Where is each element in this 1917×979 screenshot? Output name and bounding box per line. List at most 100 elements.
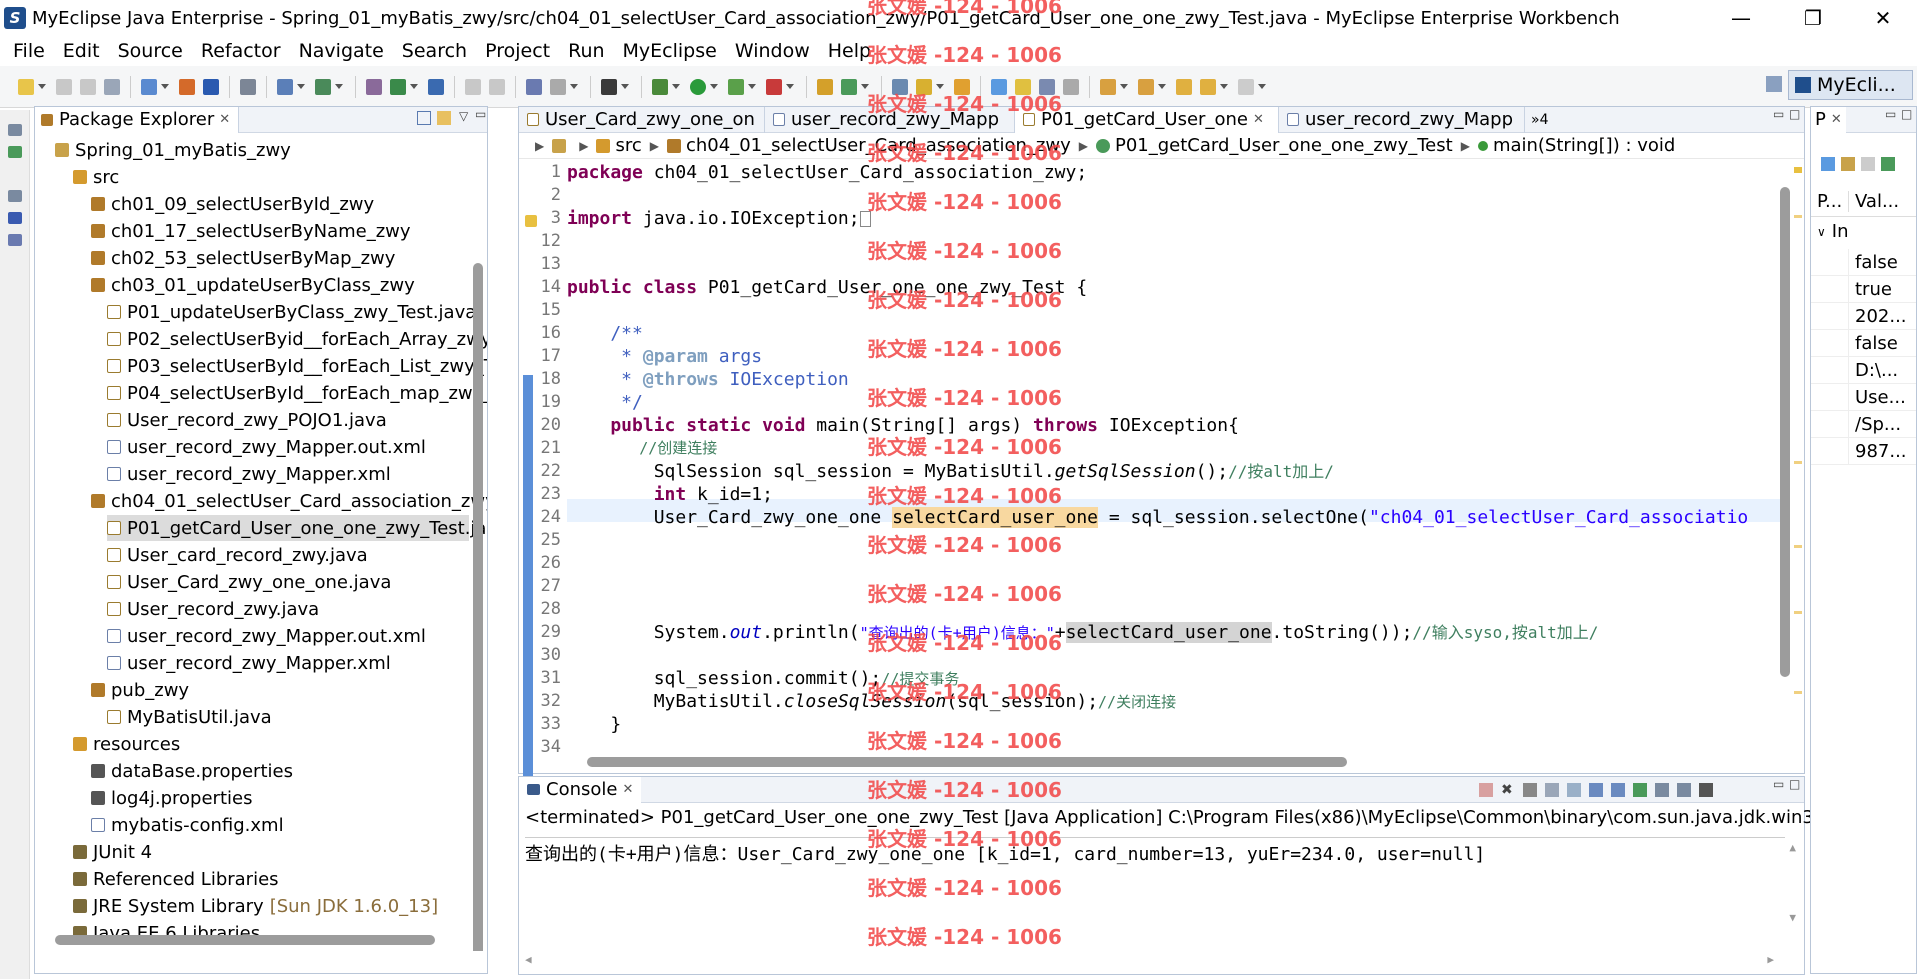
tree-item[interactable]: user_record_zwy_Mapper.xml xyxy=(107,461,391,487)
property-row[interactable]: false xyxy=(1811,249,1916,276)
prev-annotation-dropdown-icon[interactable] xyxy=(1158,84,1166,89)
next-annotation-dropdown-icon[interactable] xyxy=(1120,84,1128,89)
new-class-dropdown-icon[interactable] xyxy=(861,84,869,89)
browser-icon[interactable] xyxy=(240,78,256,95)
tree-horizontal-scrollbar[interactable] xyxy=(55,935,435,945)
breadcrumb-item[interactable]: P01_getCard_User_one_one_zwy_Test xyxy=(1095,135,1453,156)
menu-refactor[interactable]: Refactor xyxy=(192,40,290,62)
highlight-icon[interactable] xyxy=(1015,78,1031,95)
run-dropdown-icon[interactable] xyxy=(710,84,718,89)
show-whitespace-icon[interactable] xyxy=(1063,78,1079,95)
new-package-icon[interactable] xyxy=(817,78,833,95)
menu-myeclipse[interactable]: MyEclipse xyxy=(614,40,726,62)
save-all-icon[interactable] xyxy=(80,78,96,95)
collapse-all-icon[interactable] xyxy=(417,111,431,125)
menu-edit[interactable]: Edit xyxy=(54,40,109,62)
tree-item[interactable]: user_record_zwy_Mapper.out.xml xyxy=(107,623,426,649)
show-categories-icon[interactable] xyxy=(1821,157,1835,171)
stop-dropdown-icon[interactable] xyxy=(786,84,794,89)
prev-annotation-icon[interactable] xyxy=(1138,78,1154,95)
terminal-dropdown-icon[interactable] xyxy=(621,84,629,89)
run-config-icon[interactable] xyxy=(728,78,744,95)
print-icon[interactable] xyxy=(104,78,120,95)
back-dropdown-icon[interactable] xyxy=(1220,84,1228,89)
tree-item[interactable]: User_card_record_zwy.java xyxy=(107,542,368,568)
editor-horizontal-scrollbar[interactable] xyxy=(587,757,1347,767)
tree-item[interactable]: P03_selectUserById__forEach_List_zwy_Te xyxy=(107,353,487,379)
scroll-right-icon[interactable]: ▶ xyxy=(1767,953,1774,966)
property-row[interactable]: Use... xyxy=(1811,384,1916,411)
debug-dropdown-icon[interactable] xyxy=(672,84,680,89)
breadcrumb-item[interactable]: src xyxy=(596,135,642,156)
restore-icon[interactable] xyxy=(8,190,22,202)
menu-window[interactable]: Window xyxy=(726,40,819,62)
property-row[interactable]: D:\... xyxy=(1811,357,1916,384)
open-type-icon[interactable] xyxy=(277,78,293,95)
next-annotation-icon[interactable] xyxy=(1100,78,1116,95)
last-edit-icon[interactable] xyxy=(1176,78,1192,95)
minimize-button[interactable]: — xyxy=(1706,0,1776,36)
close-icon[interactable]: ✕ xyxy=(1831,112,1842,127)
tree-item[interactable]: src xyxy=(73,164,119,190)
toggle-icon[interactable] xyxy=(954,78,970,95)
web-project-dropdown-icon[interactable] xyxy=(161,84,169,89)
editor-vertical-scrollbar[interactable] xyxy=(1780,187,1790,677)
open-perspective-icon[interactable] xyxy=(1766,76,1782,92)
search-icon[interactable] xyxy=(315,78,331,95)
hierarchy-icon[interactable] xyxy=(8,146,22,158)
tree-item[interactable]: Spring_01_myBatis_zwy xyxy=(55,137,291,163)
annotation-icon[interactable] xyxy=(991,78,1007,95)
mark-icon[interactable] xyxy=(916,78,932,95)
link-with-editor-icon[interactable] xyxy=(437,111,451,125)
word-wrap-icon[interactable] xyxy=(1589,783,1603,797)
search-dropdown-icon[interactable] xyxy=(335,84,343,89)
show-on-output-icon[interactable] xyxy=(1611,783,1625,797)
close-icon[interactable]: ✕ xyxy=(622,782,633,797)
tab-properties[interactable]: P ✕ xyxy=(1811,106,1846,133)
property-row[interactable]: 202... xyxy=(1811,303,1916,330)
restore-icon[interactable] xyxy=(8,124,22,136)
editor-tab[interactable]: User_Card_zwy_one_on xyxy=(519,106,765,133)
tree-item[interactable]: resources xyxy=(73,731,180,757)
tree-item[interactable]: Referenced Libraries xyxy=(73,866,279,892)
terminal-icon[interactable] xyxy=(601,78,617,95)
mark-dropdown-icon[interactable] xyxy=(936,84,944,89)
tab-overflow[interactable]: »4 xyxy=(1531,112,1548,128)
occurrence-marker[interactable] xyxy=(1794,461,1802,464)
console-output-area[interactable]: <terminated> P01_getCard_User_one_one_zw… xyxy=(519,803,1865,973)
scroll-down-icon[interactable]: ▼ xyxy=(1789,911,1796,924)
close-icon[interactable]: ✕ xyxy=(219,112,230,127)
properties-group-info[interactable]: ∨ In xyxy=(1817,221,1849,242)
tree-item[interactable]: log4j.properties xyxy=(91,785,252,811)
globe-icon[interactable] xyxy=(428,78,444,95)
value-column-header[interactable]: Val... xyxy=(1849,191,1899,212)
editor-tab-active[interactable]: P01_getCard_User_one ✕ xyxy=(1015,106,1279,133)
maximize-view-icon[interactable]: □ xyxy=(1901,107,1912,121)
pin-icon[interactable] xyxy=(1881,157,1895,171)
tree-item[interactable]: P02_selectUserByid__forEach_Array_zwy_T xyxy=(107,326,487,352)
menu-file[interactable]: File xyxy=(4,40,54,62)
forward-dropdown-icon[interactable] xyxy=(1258,84,1266,89)
occurrence-marker[interactable] xyxy=(1794,611,1802,614)
undo-icon[interactable] xyxy=(465,78,481,95)
pin-console-icon[interactable] xyxy=(1633,783,1647,797)
back-icon[interactable] xyxy=(1200,78,1216,95)
property-row[interactable]: true xyxy=(1811,276,1916,303)
tree-item[interactable]: P01_updateUserByClass_zwy_Test.java xyxy=(107,299,476,325)
tab-package-explorer[interactable]: Package Explorer ✕ xyxy=(35,106,240,133)
warning-marker[interactable] xyxy=(1794,167,1802,173)
overview-ruler[interactable] xyxy=(1792,161,1804,751)
profile-icon[interactable] xyxy=(550,78,566,95)
minimize-view-icon[interactable]: ▭ xyxy=(1885,107,1896,121)
minimize-view-icon[interactable]: ▭ xyxy=(1773,777,1784,791)
open-console-icon[interactable] xyxy=(1677,783,1691,797)
property-row[interactable]: /Sp... xyxy=(1811,411,1916,438)
editor-tab[interactable]: user_record_zwy_Mapp xyxy=(765,106,1015,133)
tree-item[interactable]: ch01_09_selectUserById_zwy xyxy=(91,191,374,217)
menu-search[interactable]: Search xyxy=(393,40,476,62)
display-console-icon[interactable] xyxy=(1655,783,1669,797)
perspective-myeclipse[interactable]: MyEcli... xyxy=(1788,70,1913,100)
servers-icon[interactable] xyxy=(8,212,22,224)
code-area[interactable]: package ch04_01_selectUser_Card_associat… xyxy=(567,161,1785,751)
maximize-button[interactable]: ❐ xyxy=(1778,0,1848,36)
